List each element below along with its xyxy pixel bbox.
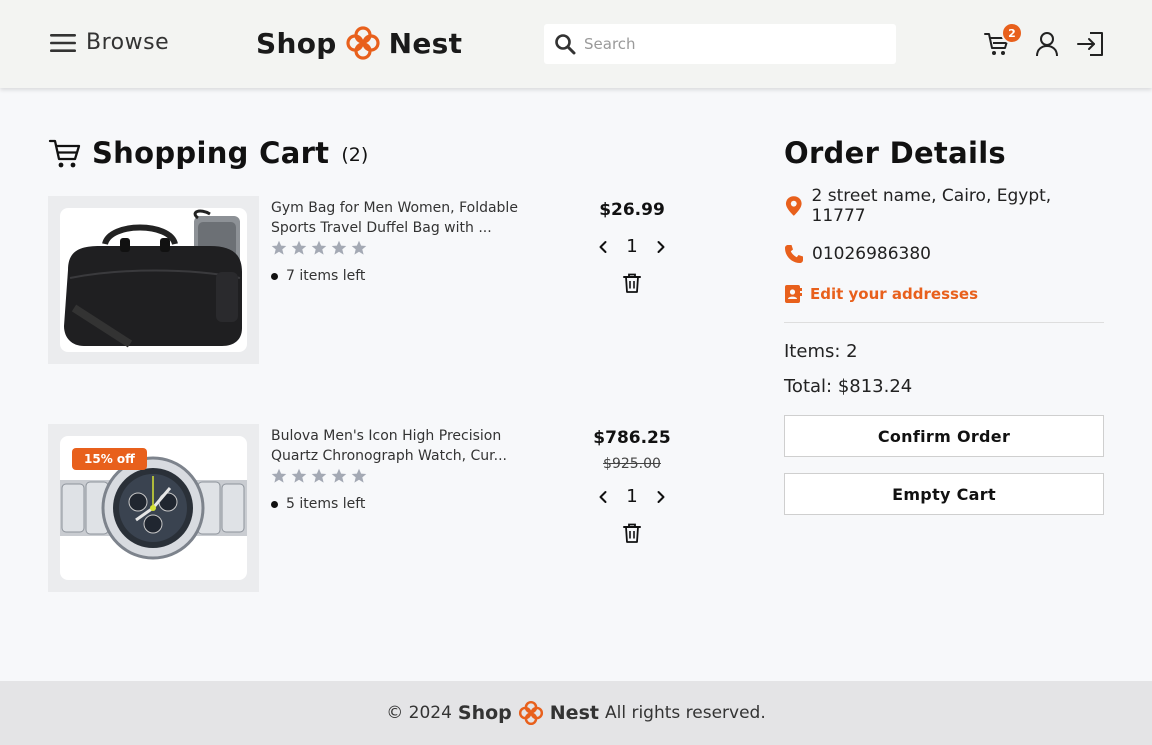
increase-quantity-button[interactable] — [652, 488, 670, 506]
star-icon — [311, 468, 327, 483]
cart-outline-icon — [48, 139, 81, 168]
order-total: Total: $813.24 — [784, 376, 913, 397]
chevron-left-icon — [599, 490, 607, 503]
product-thumbnail[interactable]: 15% off — [48, 424, 259, 592]
address-book-icon — [785, 285, 802, 303]
quantity-value: 1 — [626, 486, 638, 507]
address-row: 2 street name, Cairo, Egypt, 11777 — [784, 186, 1104, 226]
hamburger-icon — [50, 33, 76, 52]
cart-heading: Shopping Cart (2) — [48, 136, 368, 170]
logo-text-right: Nest — [388, 26, 463, 60]
edit-addresses-text: Edit your addresses — [810, 285, 979, 303]
trash-icon — [623, 523, 641, 543]
footer-logo-left: Shop — [457, 702, 512, 724]
product-price: $786.25 — [593, 428, 671, 448]
remove-item-button[interactable] — [578, 273, 686, 293]
star-icon — [271, 468, 287, 483]
footer: © 2024 Shop Nest All rights reserved. — [0, 681, 1152, 745]
rating-stars — [271, 468, 367, 484]
user-icon — [1036, 32, 1058, 57]
order-title: Order Details — [784, 136, 1006, 170]
logo-text-left: Shop — [256, 26, 337, 60]
cart-item: Gym Bag for Men Women, Foldable Sports T… — [48, 196, 728, 364]
remove-item-button[interactable] — [578, 523, 686, 543]
price-quantity-column: $786.25 $925.00 1 — [578, 424, 686, 543]
product-thumbnail[interactable] — [48, 196, 259, 364]
increase-quantity-button[interactable] — [652, 238, 670, 256]
logo[interactable]: Shop Nest — [256, 25, 462, 61]
account-button[interactable] — [1033, 30, 1061, 58]
cart-title: Shopping Cart — [92, 136, 330, 170]
star-icon — [271, 240, 287, 255]
stock-text: 5 items left — [286, 496, 366, 512]
phone-row: 01026986380 — [784, 244, 1104, 264]
quantity-stepper: 1 — [578, 486, 686, 507]
login-icon — [1077, 32, 1103, 56]
copyright-text: © 2024 — [386, 703, 452, 723]
phone-text: 01026986380 — [812, 244, 931, 264]
star-icon — [331, 468, 347, 483]
rating-stars — [271, 240, 367, 256]
header: Browse Shop Nest 2 — [0, 0, 1152, 88]
browse-label: Browse — [86, 30, 170, 55]
logo-flower-icon — [518, 700, 543, 726]
quantity-value: 1 — [626, 236, 638, 257]
confirm-order-button[interactable]: Confirm Order — [784, 415, 1104, 457]
location-pin-icon — [785, 196, 802, 216]
cart-item: 15% off Bulova Men's Icon High Precision… — [48, 424, 728, 592]
cart-count-badge: 2 — [1001, 22, 1023, 44]
quantity-stepper: 1 — [578, 236, 686, 257]
stock-text: 7 items left — [286, 268, 366, 284]
product-name[interactable]: Gym Bag for Men Women, Foldable Sports T… — [271, 198, 536, 238]
star-icon — [331, 240, 347, 255]
product-image-gym-bag — [60, 208, 247, 352]
product-name[interactable]: Bulova Men's Icon High Precision Quartz … — [271, 426, 536, 466]
star-icon — [351, 468, 367, 483]
logo-flower-icon — [345, 26, 380, 60]
star-icon — [351, 240, 367, 255]
discount-badge: 15% off — [72, 448, 147, 470]
rights-text: All rights reserved. — [604, 703, 766, 723]
cart-count: (2) — [341, 144, 369, 166]
stock-status: 5 items left — [271, 496, 365, 512]
cart-button[interactable]: 2 — [983, 22, 1023, 58]
trash-icon — [623, 273, 641, 293]
product-price: $26.99 — [599, 200, 665, 220]
order-details-panel: Order Details 2 street name, Cairo, Egyp… — [784, 136, 1104, 515]
address-text: 2 street name, Cairo, Egypt, 11777 — [811, 186, 1052, 226]
footer-logo-right: Nest — [549, 702, 599, 724]
star-icon — [291, 468, 307, 483]
price-quantity-column: $26.99 1 — [578, 196, 686, 293]
search-icon[interactable] — [554, 33, 576, 55]
chevron-right-icon — [657, 240, 665, 253]
original-price: $925.00 — [603, 456, 661, 472]
search-box[interactable] — [544, 24, 896, 64]
login-button[interactable] — [1076, 30, 1104, 58]
stock-status: 7 items left — [271, 268, 365, 284]
stock-dot — [271, 272, 278, 280]
browse-menu-button[interactable]: Browse — [50, 30, 169, 55]
decrease-quantity-button[interactable] — [594, 488, 612, 506]
search-input[interactable] — [584, 35, 874, 53]
chevron-right-icon — [657, 490, 665, 503]
phone-icon — [785, 245, 803, 263]
edit-addresses-link[interactable]: Edit your addresses — [784, 284, 1104, 304]
decrease-quantity-button[interactable] — [594, 238, 612, 256]
divider — [784, 322, 1104, 323]
empty-cart-button[interactable]: Empty Cart — [784, 473, 1104, 515]
star-icon — [311, 240, 327, 255]
star-icon — [291, 240, 307, 255]
stock-dot — [271, 500, 278, 508]
chevron-left-icon — [599, 240, 607, 253]
footer-logo: Shop Nest — [458, 700, 599, 726]
items-count: Items: 2 — [784, 341, 858, 362]
